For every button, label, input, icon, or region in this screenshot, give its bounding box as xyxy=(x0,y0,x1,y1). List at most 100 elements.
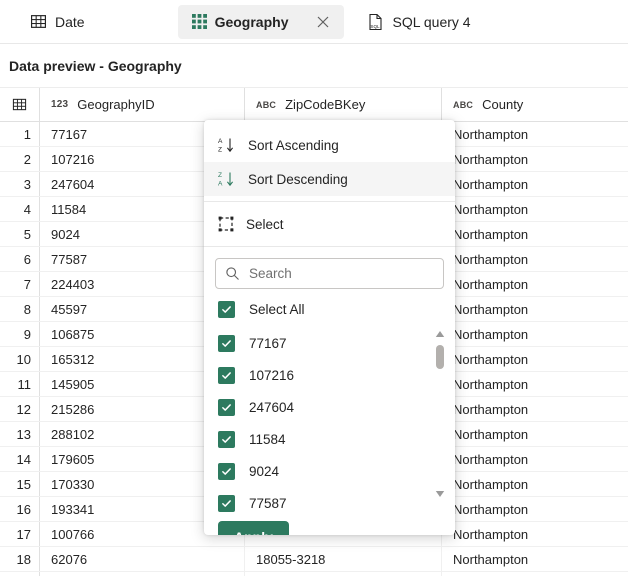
column-header-geographyid[interactable]: 123 GeographyID xyxy=(40,88,245,121)
checkbox-label: 77587 xyxy=(249,495,287,511)
cell-county: Northampton xyxy=(453,401,529,417)
value-checklist: 77167 107216 247604 11584 9024 77587 xyxy=(204,325,455,519)
svg-text:Z: Z xyxy=(218,147,222,154)
checkbox-value-item[interactable]: 107216 xyxy=(204,359,455,391)
menu-divider xyxy=(204,246,455,247)
cell-county: Northampton xyxy=(453,201,529,217)
search-input[interactable] xyxy=(249,259,429,288)
cell-county: Northampton xyxy=(453,551,529,567)
cell-geographyid: 62076 xyxy=(40,547,245,571)
grid-corner-select-all[interactable] xyxy=(0,88,40,121)
tab-label: Date xyxy=(55,13,85,30)
row-number[interactable]: 14 xyxy=(0,447,40,471)
checkbox-checked-icon xyxy=(218,462,235,480)
cell-zipcodebkey: 18088-9533 xyxy=(245,572,442,576)
checkbox-select-all[interactable]: Select All xyxy=(204,293,455,325)
checkbox-value-item[interactable]: 77167 xyxy=(204,327,455,359)
table-green-icon xyxy=(191,14,207,29)
search-box[interactable] xyxy=(215,258,444,289)
cell-county: Northampton xyxy=(453,451,529,467)
checkbox-label: Select All xyxy=(249,301,305,317)
search-icon xyxy=(225,266,240,281)
row-number[interactable]: 11 xyxy=(0,372,40,396)
row-number[interactable]: 9 xyxy=(0,322,40,346)
app-root: Date Geography SQL SQL query 4 Data prev… xyxy=(0,0,628,576)
svg-text:SQL: SQL xyxy=(371,24,381,29)
column-header-county[interactable]: ABC County xyxy=(442,88,628,121)
cell-county: Northampton xyxy=(453,526,529,542)
column-type-tag: ABC xyxy=(256,99,277,110)
row-number[interactable]: 15 xyxy=(0,472,40,496)
column-header-label: GeographyID xyxy=(77,97,155,112)
checkbox-checked-icon xyxy=(218,334,235,352)
checkbox-value-item[interactable]: 247604 xyxy=(204,391,455,423)
menu-item-label: Select xyxy=(246,216,284,232)
menu-item-select[interactable]: Select xyxy=(204,207,455,241)
scroll-down-arrow-icon[interactable] xyxy=(434,488,446,500)
menu-divider xyxy=(204,201,455,202)
tab-sql-query-4[interactable]: SQL SQL query 4 xyxy=(353,5,484,39)
cell-county: Northampton xyxy=(453,126,529,142)
row-number[interactable]: 18 xyxy=(0,547,40,571)
table-row[interactable]: 18 62076 18055-3218 Northampton xyxy=(0,547,628,572)
row-number[interactable]: 1 xyxy=(0,122,40,146)
cell-county: Northampton xyxy=(453,426,529,442)
cell-county: Northampton xyxy=(453,226,529,242)
checklist-scrollbar[interactable] xyxy=(433,325,447,503)
checkbox-label: 9024 xyxy=(249,463,280,479)
svg-text:Z: Z xyxy=(218,172,222,179)
cell-county: Northampton xyxy=(442,572,628,576)
grid-header-row: 123 GeographyID ABC ZipCodeBKey ABC Coun… xyxy=(0,88,628,122)
checkbox-label: 247604 xyxy=(249,399,295,415)
tab-date[interactable]: Date xyxy=(16,5,99,39)
menu-item-label: Sort Descending xyxy=(248,171,348,187)
menu-item-sort-descending[interactable]: Z A Sort Descending xyxy=(204,162,455,196)
table-row[interactable]: 1910810918088-9533Northampton xyxy=(0,572,628,576)
row-number[interactable]: 5 xyxy=(0,222,40,246)
row-number[interactable]: 2 xyxy=(0,147,40,171)
row-number[interactable]: 6 xyxy=(0,247,40,271)
row-number[interactable]: 3 xyxy=(0,172,40,196)
sort-ascending-icon: A Z xyxy=(218,136,236,154)
cell-county: Northampton xyxy=(453,376,529,392)
menu-item-sort-ascending[interactable]: A Z Sort Ascending xyxy=(204,128,455,162)
tab-geography[interactable]: Geography xyxy=(177,4,345,39)
checkbox-value-item[interactable]: 9024 xyxy=(204,455,455,487)
checkbox-checked-icon xyxy=(218,430,235,448)
scrollbar-thumb[interactable] xyxy=(436,345,444,369)
row-number[interactable]: 10 xyxy=(0,347,40,371)
row-number[interactable]: 8 xyxy=(0,297,40,321)
checkbox-value-item[interactable]: 11584 xyxy=(204,423,455,455)
cell-county: Northampton xyxy=(453,476,529,492)
cell-county: Northampton xyxy=(453,501,529,517)
column-header-label: ZipCodeBKey xyxy=(285,97,366,112)
scroll-up-arrow-icon[interactable] xyxy=(434,328,446,340)
tab-strip: Date Geography SQL SQL query 4 xyxy=(0,0,628,44)
checkbox-value-item[interactable]: 77587 xyxy=(204,487,455,519)
cell-county: Northampton xyxy=(453,326,529,342)
row-number[interactable]: 19 xyxy=(0,572,40,576)
apply-button[interactable]: Apply xyxy=(218,521,289,535)
row-number[interactable]: 12 xyxy=(0,397,40,421)
row-number[interactable]: 13 xyxy=(0,422,40,446)
row-number[interactable]: 17 xyxy=(0,522,40,546)
checkbox-checked-icon xyxy=(218,494,235,512)
search-container xyxy=(204,252,455,293)
row-number[interactable]: 7 xyxy=(0,272,40,296)
checkbox-label: 11584 xyxy=(249,431,286,447)
cell-county: Northampton xyxy=(453,176,529,192)
svg-text:A: A xyxy=(218,138,223,145)
checkbox-label: 77167 xyxy=(249,335,287,351)
row-number[interactable]: 16 xyxy=(0,497,40,521)
menu-top-spacer xyxy=(204,120,455,128)
column-header-zipcodebkey[interactable]: ABC ZipCodeBKey xyxy=(245,88,442,121)
row-number[interactable]: 4 xyxy=(0,197,40,221)
close-icon[interactable] xyxy=(310,9,336,35)
value-checklist-area: 77167 107216 247604 11584 9024 77587 xyxy=(204,325,455,519)
cell-geographyid: 108109 xyxy=(40,572,245,576)
cell-zipcodebkey: 18055-3218 xyxy=(245,547,442,571)
menu-item-label: Sort Ascending xyxy=(248,137,339,153)
sort-descending-icon: Z A xyxy=(218,170,236,188)
column-filter-dropdown: A Z Sort Ascending Z A Sort Descending S… xyxy=(204,120,455,535)
tab-label: Geography xyxy=(214,13,289,30)
